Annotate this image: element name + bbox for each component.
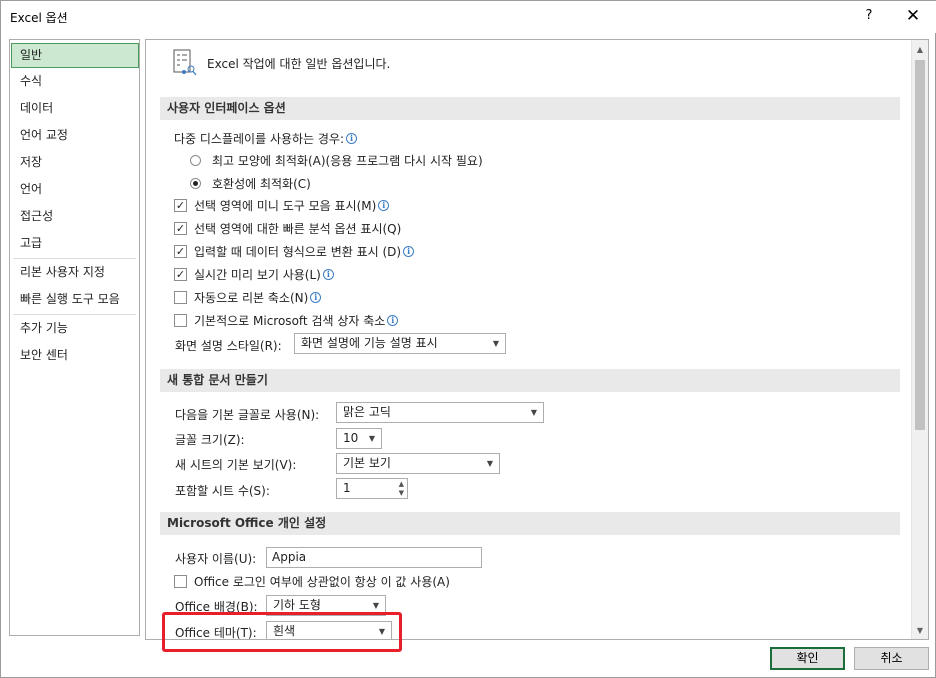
radio-label: 호환성에 최적화(C) — [212, 177, 311, 191]
checkbox-label: 선택 영역에 대한 빠른 분석 옵션 표시(Q) — [194, 222, 402, 236]
checkbox-live-preview[interactable]: ✓ 실시간 미리 보기 사용(L) i — [174, 266, 334, 283]
radio-optimize-compat[interactable]: 호환성에 최적화(C) — [190, 175, 311, 192]
sheet-count-label: 포함할 시트 수(S): — [175, 484, 270, 498]
checkbox-checked[interactable]: ✓ — [174, 268, 187, 281]
checkbox-checked[interactable]: ✓ — [174, 199, 187, 212]
highlight-box — [162, 612, 402, 652]
nav-divider — [13, 258, 136, 259]
nav-item-data[interactable]: 데이터 — [11, 96, 139, 121]
nav-item-formulas[interactable]: 수식 — [11, 69, 139, 94]
nav-item-customize-ribbon[interactable]: 리본 사용자 지정 — [11, 260, 139, 285]
default-view-label: 새 시트의 기본 보기(V): — [175, 458, 297, 472]
default-view-dropdown[interactable]: 기본 보기 ▼ — [336, 453, 500, 474]
info-icon: i — [378, 200, 390, 211]
dropdown-value: 화면 설명에 기능 설명 표시 — [301, 336, 438, 350]
checkbox-checked[interactable]: ✓ — [174, 222, 187, 235]
dropdown-value: 기본 보기 — [343, 456, 391, 470]
checkbox-checked[interactable]: ✓ — [174, 245, 187, 258]
default-font-label: 다음을 기본 글꼴로 사용(N): — [175, 408, 320, 422]
checkbox-label: 선택 영역에 미니 도구 모음 표시(M) — [194, 199, 377, 213]
checkbox-convert-format[interactable]: ✓ 입력할 때 데이터 형식으로 변환 표시 (D) i — [174, 243, 415, 260]
chevron-down-icon: ▼ — [492, 339, 499, 348]
dropdown-value: 기하 도형 — [273, 598, 321, 612]
window-title: Excel 옵션 — [10, 11, 68, 25]
checkbox-unchecked[interactable] — [174, 575, 187, 588]
checkbox-unchecked[interactable] — [174, 291, 187, 304]
font-size-label: 글꼴 크기(Z): — [175, 433, 245, 447]
multi-display-row: 다중 디스플레이를 사용하는 경우: i — [174, 130, 358, 147]
info-icon: i — [310, 292, 322, 303]
nav-item-add-ins[interactable]: 추가 기능 — [11, 316, 139, 341]
category-nav: 일반 수식 데이터 언어 교정 저장 언어 접근성 고급 리본 사용자 지정 빠… — [9, 39, 140, 636]
checkbox-label: 자동으로 리본 축소(N) — [194, 291, 309, 305]
page-description: Excel 작업에 대한 일반 옵션입니다. — [207, 57, 391, 71]
checkbox-collapse-search[interactable]: 기본적으로 Microsoft 검색 상자 축소 i — [174, 312, 399, 329]
nav-item-advanced[interactable]: 고급 — [11, 231, 139, 256]
title-bar: Excel 옵션 ? ✕ — [1, 1, 936, 33]
username-input[interactable]: Appia — [266, 547, 482, 568]
screentip-label: 화면 설명 스타일(R): — [175, 339, 282, 353]
username-label: 사용자 이름(U): — [175, 552, 257, 566]
checkbox-label: 실시간 미리 보기 사용(L) — [194, 268, 321, 282]
checkbox-label: Office 로그인 여부에 상관없이 항상 이 값 사용(A) — [194, 575, 450, 589]
scroll-up-icon[interactable]: ▲ — [912, 41, 928, 58]
section-personalize: Microsoft Office 개인 설정 — [160, 512, 900, 535]
chevron-down-icon: ▼ — [368, 434, 375, 443]
sheet-count-spinner[interactable]: 1 ▲ ▼ — [336, 478, 408, 499]
spin-up-icon[interactable]: ▲ — [399, 480, 404, 488]
dropdown-value: 맑은 고딕 — [343, 405, 391, 419]
checkbox-mini-toolbar[interactable]: ✓ 선택 영역에 미니 도구 모음 표시(M) i — [174, 197, 390, 214]
cancel-button[interactable]: 취소 — [854, 647, 929, 670]
section-new-workbook: 새 통합 문서 만들기 — [160, 369, 900, 392]
nav-item-general[interactable]: 일반 — [11, 43, 139, 68]
options-content: Excel 작업에 대한 일반 옵션입니다. 사용자 인터페이스 옵션 다중 디… — [145, 39, 929, 640]
general-options-icon — [173, 49, 197, 76]
scroll-thumb[interactable] — [915, 60, 925, 430]
info-icon: i — [322, 269, 334, 280]
radio-label: 최고 모양에 최적화(A)(응용 프로그램 다시 시작 필요) — [212, 154, 483, 168]
nav-item-accessibility[interactable]: 접근성 — [11, 204, 139, 229]
nav-item-language[interactable]: 언어 — [11, 177, 139, 202]
ok-button[interactable]: 확인 — [770, 647, 845, 670]
checkbox-collapse-ribbon[interactable]: 자동으로 리본 축소(N) i — [174, 289, 322, 306]
nav-item-save[interactable]: 저장 — [11, 150, 139, 175]
input-value: Appia — [272, 550, 307, 564]
nav-item-proofing[interactable]: 언어 교정 — [11, 123, 139, 148]
nav-item-trust-center[interactable]: 보안 센터 — [11, 343, 139, 368]
spinner-value: 1 — [343, 481, 351, 495]
radio-button-selected[interactable] — [190, 178, 201, 189]
radio-optimize-appearance[interactable]: 최고 모양에 최적화(A)(응용 프로그램 다시 시작 필요) — [190, 152, 483, 169]
dropdown-value: 10 — [343, 431, 359, 445]
chevron-down-icon: ▼ — [486, 459, 493, 468]
info-icon: i — [346, 133, 358, 144]
info-icon: i — [387, 315, 399, 326]
checkbox-quick-analysis[interactable]: ✓ 선택 영역에 대한 빠른 분석 옵션 표시(Q) — [174, 220, 401, 237]
vertical-scrollbar[interactable]: ▲ ▼ — [911, 40, 928, 639]
nav-item-quick-access-toolbar[interactable]: 빠른 실행 도구 모음 — [11, 287, 139, 312]
checkbox-label: 입력할 때 데이터 형식으로 변환 표시 (D) — [194, 245, 402, 259]
screentip-style-dropdown[interactable]: 화면 설명에 기능 설명 표시 ▼ — [294, 333, 506, 354]
checkbox-always-use[interactable]: Office 로그인 여부에 상관없이 항상 이 값 사용(A) — [174, 573, 450, 590]
help-button[interactable]: ? — [859, 6, 879, 26]
scroll-down-icon[interactable]: ▼ — [912, 622, 928, 639]
font-size-dropdown[interactable]: 10 ▼ — [336, 428, 382, 449]
chevron-down-icon: ▼ — [530, 408, 537, 417]
close-button[interactable]: ✕ — [901, 5, 925, 27]
section-ui-options: 사용자 인터페이스 옵션 — [160, 97, 900, 120]
spin-down-icon[interactable]: ▼ — [399, 489, 404, 497]
radio-button[interactable] — [190, 155, 201, 166]
multi-display-label: 다중 디스플레이를 사용하는 경우: — [174, 132, 345, 146]
nav-divider — [13, 314, 136, 315]
info-icon: i — [403, 246, 415, 257]
checkbox-unchecked[interactable] — [174, 314, 187, 327]
default-font-dropdown[interactable]: 맑은 고딕 ▼ — [336, 402, 544, 423]
checkbox-label: 기본적으로 Microsoft 검색 상자 축소 — [194, 314, 386, 328]
